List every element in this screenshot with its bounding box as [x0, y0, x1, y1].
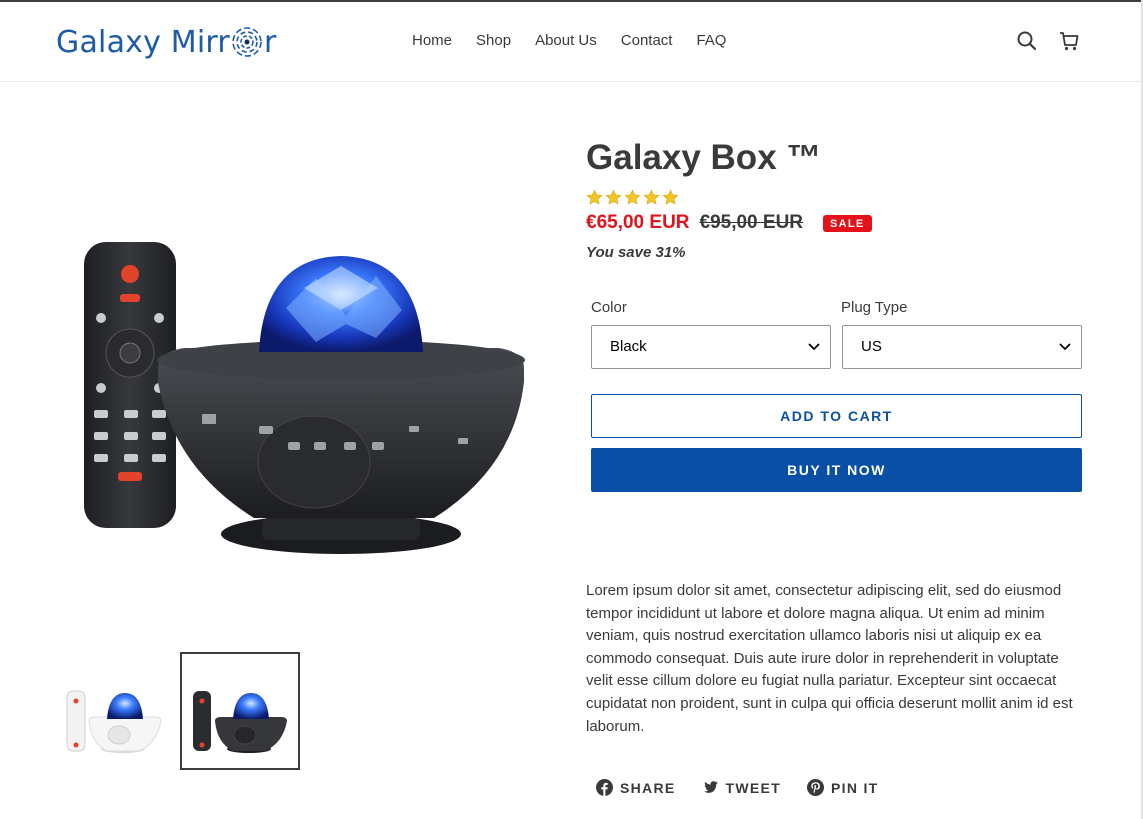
- color-label: Color: [591, 299, 627, 316]
- product-main-image[interactable]: [54, 138, 556, 618]
- pin-it-label: PIN IT: [831, 779, 879, 796]
- site-logo[interactable]: Galaxy Mirr r: [56, 24, 302, 60]
- product-title: Galaxy Box ™: [586, 138, 822, 177]
- star-icon: [624, 189, 641, 206]
- social-share: SHARE TWEET PIN IT: [596, 779, 905, 796]
- plug-type-label: Plug Type: [841, 299, 908, 316]
- savings-text: You save 31%: [586, 244, 686, 261]
- nav-home[interactable]: Home: [412, 32, 452, 49]
- color-select-value: Black: [610, 338, 647, 355]
- share-label: SHARE: [620, 779, 676, 796]
- search-icon[interactable]: [1016, 30, 1038, 52]
- star-icon: [662, 189, 679, 206]
- nav-faq[interactable]: FAQ: [696, 32, 726, 49]
- star-icon: [586, 189, 603, 206]
- plug-type-select[interactable]: US: [842, 325, 1082, 369]
- product-description: Lorem ipsum dolor sit amet, consectetur …: [586, 582, 1073, 735]
- logo-text-right: r: [263, 24, 277, 60]
- tweet-label: TWEET: [725, 779, 782, 796]
- sale-price: €65,00 EUR: [586, 212, 690, 233]
- site-header: Galaxy Mirr r Home Shop About Us Contact…: [0, 2, 1141, 82]
- rating-stars[interactable]: [586, 189, 679, 206]
- add-to-cart-button[interactable]: ADD TO CART: [591, 394, 1082, 438]
- main-nav: Home Shop About Us Contact FAQ: [412, 32, 750, 49]
- sale-badge: SALE: [823, 214, 872, 232]
- color-select[interactable]: Black: [591, 325, 831, 369]
- buy-it-now-button[interactable]: BUY IT NOW: [591, 448, 1082, 492]
- product-thumbnail-black[interactable]: [180, 652, 300, 770]
- original-price: €95,00 EUR: [699, 212, 804, 233]
- chevron-down-icon: [808, 343, 820, 350]
- nav-about-us[interactable]: About Us: [535, 32, 597, 49]
- price-row: €65,00 EUR €95,00 EUR SALE: [586, 212, 872, 234]
- nav-contact[interactable]: Contact: [621, 32, 673, 49]
- cart-icon[interactable]: [1058, 30, 1080, 52]
- share-twitter-button[interactable]: TWEET: [702, 779, 782, 796]
- share-pinterest-button[interactable]: PIN IT: [807, 779, 878, 796]
- pinterest-icon: [807, 779, 825, 796]
- facebook-icon: [596, 779, 613, 796]
- star-icon: [605, 189, 622, 206]
- header-icons: [1016, 30, 1080, 52]
- logo-text-left: Galaxy Mirr: [56, 24, 230, 60]
- twitter-icon: [703, 781, 718, 793]
- galaxy-spiral-icon: [232, 27, 262, 57]
- plug-type-select-value: US: [861, 338, 882, 355]
- nav-shop[interactable]: Shop: [476, 32, 511, 49]
- product-thumbnail-white[interactable]: [54, 652, 174, 770]
- star-icon: [643, 189, 660, 206]
- share-facebook-button[interactable]: SHARE: [596, 779, 676, 796]
- chevron-down-icon: [1059, 343, 1071, 350]
